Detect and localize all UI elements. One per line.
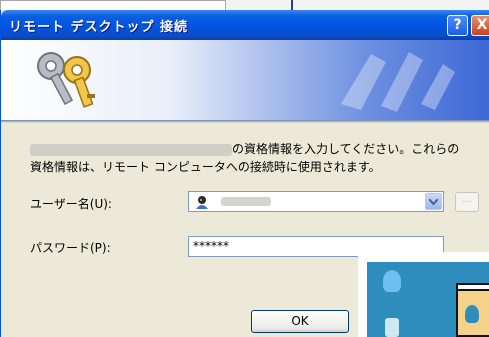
banner-separator [1, 120, 489, 123]
instruction-line-2: 資格情報は、リモート コンピュータへの接続時に使用されます。 [30, 160, 381, 174]
username-combo[interactable] [188, 191, 444, 212]
close-button[interactable]: X [471, 15, 489, 36]
folder-tab [456, 283, 489, 291]
browse-users-button[interactable]: ... [455, 192, 479, 212]
dialog-title: リモート デスクトップ 接続 [9, 20, 189, 35]
document-icon [385, 318, 399, 337]
chevron-down-icon[interactable] [425, 193, 442, 210]
ok-button[interactable]: OK [251, 310, 349, 333]
instruction-line-1: の資格情報を入力してください。これらの [30, 140, 489, 158]
shield-icon [383, 270, 401, 292]
instruction-line-1-text: の資格情報を入力してください。これらの [232, 142, 460, 156]
instruction-text: の資格情報を入力してください。これらの 資格情報は、リモート コンピュータへの接… [30, 140, 489, 176]
password-label: パスワード(P): [30, 241, 111, 255]
username-label: ユーザー名(U): [30, 197, 112, 211]
help-button[interactable]: ? [447, 15, 468, 36]
keys-icon [37, 52, 95, 108]
title-bar[interactable]: リモート デスクトップ 接続 ? X [1, 10, 489, 40]
user-icon [196, 196, 208, 209]
redacted-username [221, 197, 271, 206]
folder-glyph-icon [465, 305, 479, 323]
redacted-hostname [30, 143, 232, 156]
keys-watermark-icon [341, 52, 455, 112]
